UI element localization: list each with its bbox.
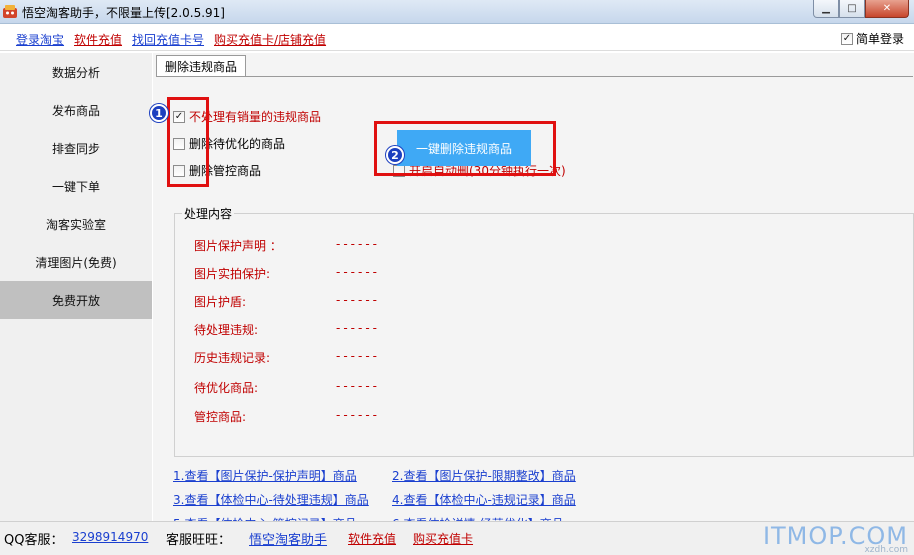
sidebar-item-lab[interactable]: 淘客实验室 [0,205,152,243]
row-value-optimize-items: ------ [336,379,380,393]
row-label-pending-violations: 待处理违规: [194,323,259,337]
row-value-protection-statement: ------ [336,237,380,251]
row-value-real-shot: ------ [336,265,380,279]
step-badge-2: 2 [386,146,404,164]
sidebar-item-sync[interactable]: 排查同步 [0,129,152,167]
step-badge-1: 1 [150,104,168,122]
row-label-protection-statement: 图片保护声明 ： [194,239,282,253]
minimize-button[interactable]: ▁ [813,0,839,18]
sidebar: 数据分析 发布商品 排查同步 一键下单 淘客实验室 清理图片(免费) 免费开放 [0,53,152,521]
row-label-image-shield: 图片护盾: [194,295,247,309]
close-button[interactable]: ✕ [865,0,909,18]
simple-login-label: 简单登录 [855,32,904,46]
software-recharge-link[interactable]: 软件充值 [74,31,122,48]
qq-number-link[interactable]: 3298914970 [72,530,148,544]
qq-support-label: QQ客服： [4,533,64,548]
window-title: 悟空淘客助手，不限量上传[2.0.5.91] [22,6,225,20]
title-bar: 悟空淘客助手，不限量上传[2.0.5.91] ▁ □ ✕ [0,0,914,24]
sidebar-item-one-click-order[interactable]: 一键下单 [0,167,152,205]
one-click-delete-button[interactable]: 一键删除违规商品 [397,130,531,166]
simple-login-option[interactable]: ✓ 简单登录 [840,30,904,47]
maximize-button[interactable]: □ [839,0,865,18]
process-groupbox [174,213,914,457]
view-link-protection-statement[interactable]: 1.查看【图片保护-保护声明】商品 [173,467,357,484]
sidebar-item-free-open[interactable]: 免费开放 [0,281,152,319]
app-logo-icon [3,5,17,18]
wangwang-link[interactable]: 悟空淘客助手 [249,529,327,548]
minimize-icon: ▁ [822,3,830,14]
row-label-violation-history: 历史违规记录: [194,351,271,365]
row-label-real-shot: 图片实拍保护: [194,267,271,281]
highlight-box-options [167,97,209,187]
recover-card-link[interactable]: 找回充值卡号 [132,31,204,48]
close-icon: ✕ [882,3,892,14]
row-label-optimize-items: 待优化商品: [194,381,259,395]
view-link-deadline-rectify[interactable]: 2.查看【图片保护-限期整改】商品 [392,467,576,484]
sidebar-item-data-analysis[interactable]: 数据分析 [0,53,152,91]
row-value-image-shield: ------ [336,293,380,307]
tab-delete-violations[interactable]: 删除违规商品 [156,55,247,77]
sidebar-item-clean-images[interactable]: 清理图片(免费) [0,243,152,281]
wangwang-label: 客服旺旺： [166,533,232,548]
status-recharge-link[interactable]: 软件充值 [348,530,396,547]
process-title: 处理内容 [182,205,235,222]
simple-login-checkbox[interactable]: ✓ [840,32,853,45]
watermark-sub: xzdh.com [864,545,908,555]
view-link-pending-violations[interactable]: 3.查看【体检中心-待处理违规】商品 [173,491,369,508]
buy-card-link[interactable]: 购买充值卡/店铺充值 [214,31,326,48]
row-label-controlled-items: 管控商品: [194,410,247,424]
row-value-violation-history: ------ [336,349,380,363]
login-taobao-link[interactable]: 登录淘宝 [16,31,64,48]
status-bar: QQ客服： 3298914970 客服旺旺： 悟空淘客助手 软件充值 购买充值卡… [0,521,914,555]
row-value-pending-violations: ------ [336,321,380,335]
top-nav: 登录淘宝 软件充值 找回充值卡号 购买充值卡/店铺充值 ✓ 简单登录 [0,24,914,51]
status-buy-card-link[interactable]: 购买充值卡 [413,530,473,547]
view-link-violation-records[interactable]: 4.查看【体检中心-违规记录】商品 [392,491,576,508]
row-value-controlled-items: ------ [336,408,380,422]
tab-panel: ✓ 不处理有销量的违规商品 删除待优化的商品 删除管控商品 开启自动删(30分钟… [150,76,914,531]
sidebar-item-publish[interactable]: 发布商品 [0,91,152,129]
maximize-icon: □ [847,3,857,14]
main-content: 删除违规商品 ✓ 不处理有销量的违规商品 删除待优化的商品 删除管控商品 开启自… [150,53,914,531]
